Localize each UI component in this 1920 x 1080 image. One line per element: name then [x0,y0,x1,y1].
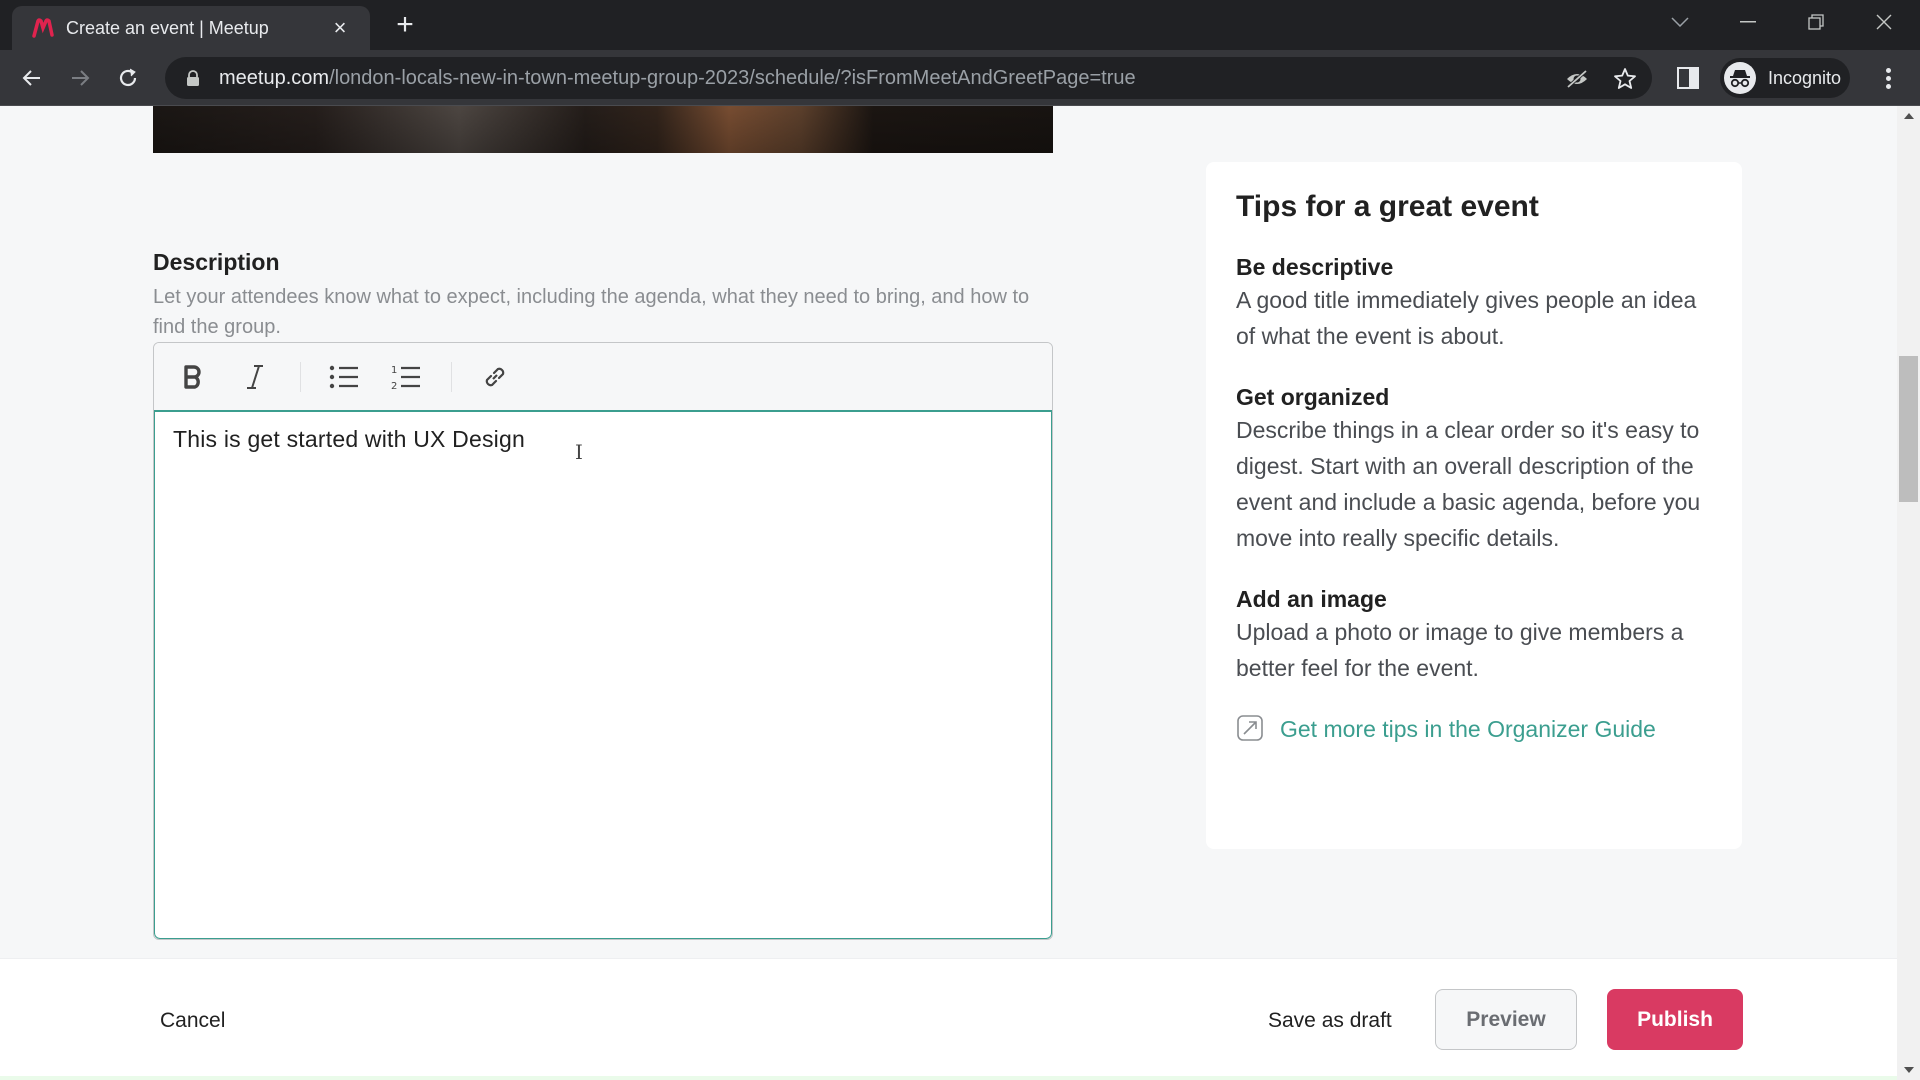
restore-icon[interactable] [1786,0,1846,44]
tip-item: Add an image Upload a photo or image to … [1236,584,1712,686]
side-panel-icon[interactable] [1676,66,1702,92]
browser-menu-icon[interactable] [1874,64,1902,92]
tip-heading: Add an image [1236,586,1387,612]
page-content: Description Let your attendees know what… [0,106,1897,1080]
meetup-favicon-icon [32,17,54,39]
tip-heading: Get organized [1236,384,1390,410]
browser-tab[interactable]: Create an event | Meetup × [12,6,370,50]
toolbar-divider [300,361,301,392]
event-cover-image[interactable] [153,106,1053,153]
tip-item: Get organized Describe things in a clear… [1236,382,1712,556]
eye-off-icon[interactable] [1563,65,1591,93]
cancel-button[interactable]: Cancel [160,1009,225,1033]
url-path: /london-locals-new-in-town-meetup-group-… [329,66,1136,89]
tip-body: Upload a photo or image to give members … [1236,619,1684,681]
new-tab-button[interactable]: + [390,10,420,40]
scroll-down-arrow-icon[interactable] [1897,1060,1920,1080]
incognito-profile-button[interactable]: Incognito [1720,58,1850,98]
text-cursor-icon: I [575,440,584,464]
reload-icon[interactable] [110,60,146,96]
link-icon[interactable] [474,356,516,398]
scroll-up-arrow-icon[interactable] [1897,106,1920,126]
tip-heading: Be descriptive [1236,254,1394,280]
tab-close-icon[interactable]: × [328,15,352,41]
external-link-icon [1236,714,1266,744]
url-host: meetup.com [219,66,330,89]
bold-icon[interactable] [172,356,214,398]
preview-button[interactable]: Preview [1435,989,1577,1050]
vertical-scrollbar[interactable] [1897,106,1920,1080]
tip-item: Be descriptive A good title immediately … [1236,252,1712,354]
incognito-label: Incognito [1768,67,1842,88]
tips-title: Tips for a great event [1236,190,1539,223]
tips-card: Tips for a great event Be descriptive A … [1206,162,1742,849]
address-bar[interactable]: meetup.com /london-locals-new-in-town-me… [165,57,1652,99]
bookmark-star-icon[interactable] [1611,65,1639,93]
svg-text:2: 2 [391,381,397,391]
browser-tab-bar: Create an event | Meetup × + [0,0,1920,50]
save-draft-button[interactable]: Save as draft [1268,1009,1392,1033]
browser-toolbar: meetup.com /london-locals-new-in-town-me… [0,50,1920,106]
description-input[interactable]: This is get started with UX Design I [154,412,1052,939]
description-editor: 12 This is get started with UX Design I [153,342,1053,940]
back-arrow-icon[interactable] [14,60,50,96]
italic-icon[interactable] [234,356,276,398]
toolbar-divider [451,361,452,392]
publish-button[interactable]: Publish [1607,989,1743,1050]
svg-text:1: 1 [391,365,397,376]
description-content: This is get started with UX Design [173,426,525,452]
editor-toolbar: 12 [154,343,1052,412]
forward-arrow-icon[interactable] [62,60,98,96]
incognito-icon [1724,62,1756,94]
window-close-icon[interactable] [1854,0,1914,44]
description-label: Description [153,249,280,275]
numbered-list-icon[interactable]: 12 [385,356,427,398]
lock-icon [183,68,203,88]
minimize-icon[interactable] [1718,0,1778,44]
organizer-guide-text: Get more tips in the Organizer Guide [1280,715,1656,742]
tab-title: Create an event | Meetup [66,17,269,38]
tip-body: Describe things in a clear order so it's… [1236,417,1701,551]
organizer-guide-link[interactable]: Get more tips in the Organizer Guide [1236,714,1712,744]
tip-body: A good title immediately gives people an… [1236,287,1697,349]
bullet-list-icon[interactable] [323,356,365,398]
description-help-text: Let your attendees know what to expect, … [153,286,1030,338]
scrollbar-thumb[interactable] [1899,356,1918,502]
page-bottom-edge [0,1076,1897,1080]
tab-search-icon[interactable] [1650,0,1710,44]
